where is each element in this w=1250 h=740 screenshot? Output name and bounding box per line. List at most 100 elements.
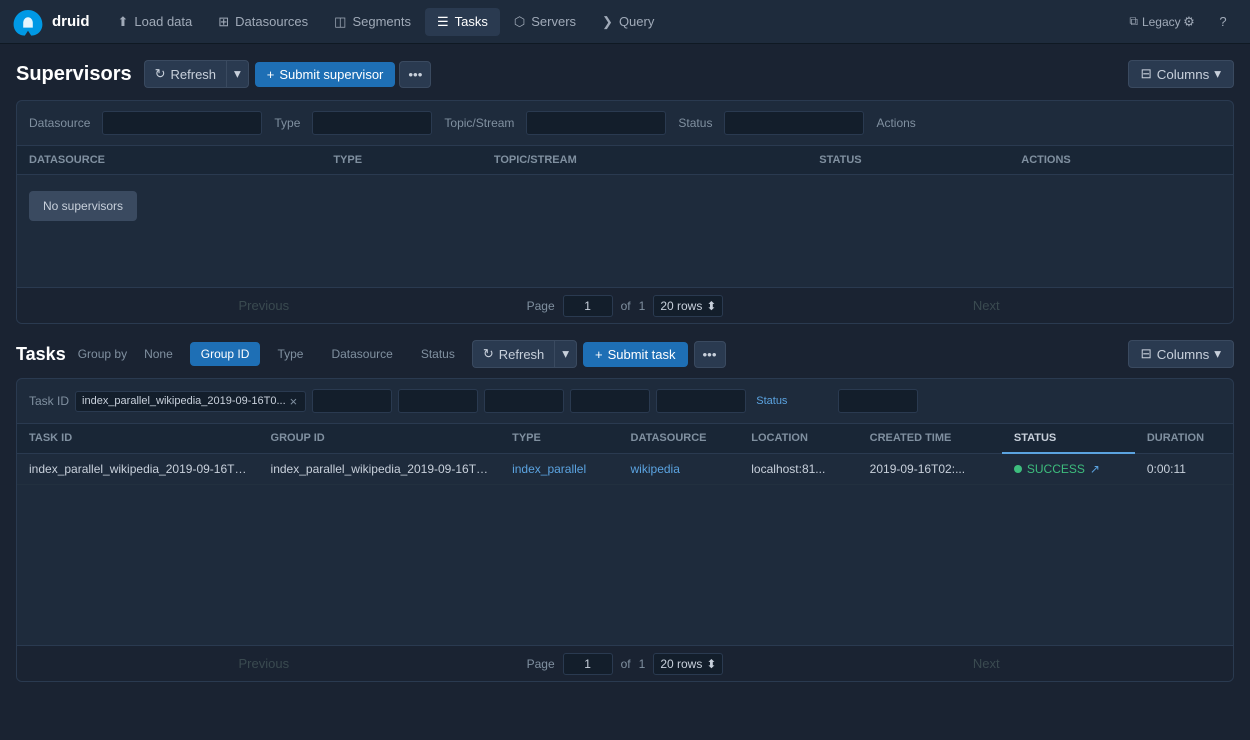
status-filter-label: Status <box>678 116 712 130</box>
group-by-groupid-btn[interactable]: Group ID <box>190 342 261 366</box>
supervisors-next-btn[interactable]: Next <box>739 288 1233 323</box>
group-by-datasource-btn[interactable]: Datasource <box>320 342 403 366</box>
supervisors-empty-row: No supervisors <box>17 175 1233 238</box>
no-supervisors-message: No supervisors <box>29 191 137 221</box>
datasource-filter-label: Datasource <box>29 116 90 130</box>
refresh-btn[interactable]: ↻ Refresh <box>144 60 226 88</box>
nav-servers[interactable]: ⬡ Servers <box>502 8 588 36</box>
tasks-refresh-label: Refresh <box>499 347 545 362</box>
supervisors-prev-label: Previous <box>239 298 290 313</box>
supervisors-table: Datasource Type Topic/Stream Status Acti… <box>17 146 1233 237</box>
nav-tasks[interactable]: ☰ Tasks <box>425 8 500 36</box>
refresh-label: Refresh <box>171 67 217 82</box>
col-header-created: Created time <box>858 424 1002 453</box>
group-by-type-btn[interactable]: Type <box>266 342 314 366</box>
tasks-refresh-btn[interactable]: ↻ Refresh <box>472 340 554 368</box>
supervisors-more-btn[interactable]: ••• <box>399 61 431 88</box>
nav-datasources[interactable]: ⊞ Datasources <box>206 8 320 36</box>
tasks-columns-btn[interactable]: ⊟ Columns ▾ <box>1128 340 1234 368</box>
datasource-filter-input-tasks[interactable] <box>484 389 564 413</box>
nav-tasks-label: Tasks <box>455 14 488 29</box>
task-id-filter-tag[interactable]: index_parallel_wikipedia_2019-09-16T0...… <box>75 391 306 412</box>
group-by-none-btn[interactable]: None <box>133 342 184 366</box>
type-filter-input[interactable] <box>312 111 432 135</box>
columns-icon: ⊟ <box>1141 66 1152 82</box>
logo-text: druid <box>52 13 90 30</box>
more-icon: ••• <box>408 67 422 82</box>
submit-task-btn[interactable]: + Submit task <box>583 342 688 367</box>
status-link-icon[interactable]: ↗ <box>1090 462 1100 476</box>
tasks-rows-select[interactable]: 20 rows ⬍ <box>653 653 723 675</box>
nav-query[interactable]: ❯ Query <box>590 8 666 36</box>
datasource-link[interactable]: wikipedia <box>631 462 680 476</box>
status-cell: SUCCESS ↗ <box>1002 453 1135 485</box>
location-cell: localhost:81... <box>739 453 857 485</box>
help-btn[interactable]: ? <box>1208 7 1238 37</box>
group-by-status-btn[interactable]: Status <box>410 342 466 366</box>
submit-supervisor-label: Submit supervisor <box>279 67 383 82</box>
status-filter-input[interactable] <box>724 111 864 135</box>
query-icon: ❯ <box>602 14 613 30</box>
supervisors-columns-label: Columns <box>1157 67 1210 82</box>
col-header-duration: Duration <box>1135 424 1233 453</box>
nav-segments[interactable]: ◫ Segments <box>322 8 423 36</box>
help-icon: ? <box>1219 14 1226 29</box>
legacy-icon: ⧉ <box>1129 14 1138 29</box>
settings-icon: ⚙ <box>1183 14 1195 30</box>
tasks-rows-label: 20 rows <box>660 657 702 671</box>
submit-supervisor-btn[interactable]: + Submit supervisor <box>255 62 396 87</box>
datasource-filter-input[interactable] <box>102 111 262 135</box>
filter-tag-close-btn[interactable]: × <box>290 394 298 409</box>
settings-btn[interactable]: ⚙ <box>1174 7 1204 37</box>
group-id-filter-input[interactable] <box>312 389 392 413</box>
task-plus-icon: + <box>595 347 603 362</box>
supervisors-rows-select[interactable]: 20 rows ⬍ <box>653 295 723 317</box>
tasks-rows-chevron-icon: ⬍ <box>706 657 716 671</box>
tasks-columns-chevron-icon: ▾ <box>1214 346 1221 362</box>
tasks-toolbar: Tasks Group by None Group ID Type Dataso… <box>16 340 1234 368</box>
nav-load-data[interactable]: ⬆ Load data <box>106 8 205 36</box>
tasks-filter-fields: Task ID index_parallel_wikipedia_2019-09… <box>29 389 1221 413</box>
type-filter-input-tasks[interactable] <box>398 389 478 413</box>
col-header-status: Status <box>1002 424 1135 453</box>
tasks-next-label: Next <box>973 656 1000 671</box>
location-filter-input[interactable] <box>570 389 650 413</box>
tasks-more-btn[interactable]: ••• <box>694 341 726 368</box>
tasks-next-btn[interactable]: Next <box>739 646 1233 681</box>
nav-segments-label: Segments <box>352 14 411 29</box>
supervisors-page-input[interactable] <box>563 295 613 317</box>
group-by-label: Group by <box>78 347 127 361</box>
submit-task-label: Submit task <box>608 347 676 362</box>
table-row[interactable]: index_parallel_wikipedia_2019-09-16T02:4… <box>17 453 1233 485</box>
supervisors-of-label: of <box>621 299 631 313</box>
tasks-table-header-row: Task ID Group ID Type Datasource Locatio… <box>17 424 1233 453</box>
tasks-page-input[interactable] <box>563 653 613 675</box>
tasks-page-center: Page of 1 20 rows ⬍ <box>511 653 740 675</box>
tasks-prev-btn[interactable]: Previous <box>17 646 511 681</box>
tasks-refresh-split-btn[interactable]: ↻ Refresh ▾ <box>472 340 577 368</box>
supervisors-table-header-row: Datasource Type Topic/Stream Status Acti… <box>17 146 1233 175</box>
duration-filter-input[interactable] <box>838 389 918 413</box>
group-datasource-label: Datasource <box>331 347 392 361</box>
nav-load-data-label: Load data <box>134 14 192 29</box>
refresh-arrow-btn[interactable]: ▾ <box>226 60 249 88</box>
col-header-actions: Actions <box>1009 146 1233 175</box>
supervisors-pagination: Previous Page of 1 20 rows ⬍ Next <box>17 287 1233 323</box>
legacy-btn[interactable]: ⧉ Legacy <box>1140 7 1170 37</box>
tasks-refresh-arrow-btn[interactable]: ▾ <box>554 340 577 368</box>
type-link[interactable]: index_parallel <box>512 462 586 476</box>
task-id-cell: index_parallel_wikipedia_2019-09-16T02:4… <box>17 453 259 485</box>
tasks-icon: ☰ <box>437 14 449 30</box>
tasks-total-pages: 1 <box>639 657 646 671</box>
supervisors-total-pages: 1 <box>639 299 646 313</box>
supervisors-columns-btn[interactable]: ⊟ Columns ▾ <box>1128 60 1234 88</box>
refresh-split-btn[interactable]: ↻ Refresh ▾ <box>144 60 249 88</box>
topic-filter-input[interactable] <box>526 111 666 135</box>
logo[interactable]: druid <box>12 8 90 36</box>
tasks-empty-space <box>17 485 1233 645</box>
created-filter-input[interactable] <box>656 389 746 413</box>
supervisors-prev-btn[interactable]: Previous <box>17 288 511 323</box>
supervisors-header: Supervisors ↻ Refresh ▾ + Submit supervi… <box>16 60 1234 88</box>
supervisors-page-center: Page of 1 20 rows ⬍ <box>511 295 740 317</box>
plus-icon: + <box>267 67 275 82</box>
